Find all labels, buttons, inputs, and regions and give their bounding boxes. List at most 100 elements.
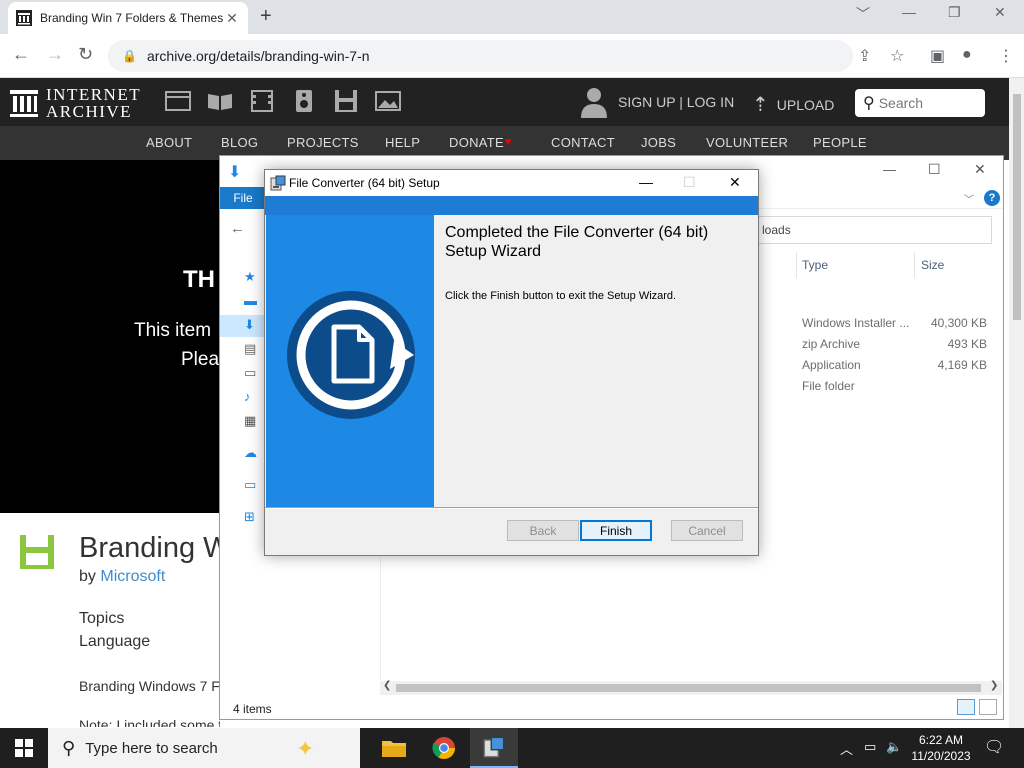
close-button[interactable]: ✕ [994, 4, 1006, 21]
downloads-icon[interactable]: ⬇ [244, 317, 255, 333]
nav-volunteer[interactable]: VOLUNTEER [706, 135, 788, 150]
start-button[interactable] [0, 728, 48, 768]
videos-icon[interactable]: ▦ [244, 413, 256, 429]
music-icon[interactable]: ♪ [244, 389, 251, 404]
column-header-type[interactable]: Type [802, 258, 828, 272]
scroll-right-icon[interactable]: ❯ [990, 680, 998, 691]
author-link[interactable]: Microsoft [100, 568, 165, 585]
explorer-address-bar[interactable]: loads [755, 216, 992, 244]
documents-icon[interactable]: ▤ [244, 341, 256, 357]
item-byline: by Microsoft [79, 568, 165, 586]
nav-contact[interactable]: CONTACT [551, 135, 615, 150]
explorer-horizontal-scrollbar[interactable]: ❮ ❯ [380, 680, 1002, 695]
show-hidden-icons-chevron-icon[interactable]: ︿ [840, 739, 853, 758]
network-tray-icon[interactable]: ▭ [864, 739, 876, 755]
file-row-size: 40,300 KB [930, 316, 987, 330]
setup-titlebar[interactable]: File Converter (64 bit) Setup — ☐ ✕ [265, 170, 758, 196]
setup-taskbar-icon[interactable] [470, 728, 518, 768]
ribbon-expand-icon[interactable]: ﹀ [964, 191, 974, 206]
signup-login-link[interactable]: SIGN UP | LOG IN [618, 94, 734, 110]
clock-time: 6:22 AM [918, 733, 964, 747]
reload-icon[interactable]: ↻ [78, 44, 93, 65]
internet-archive-favicon [16, 10, 32, 26]
explorer-close-button[interactable]: ✕ [974, 161, 986, 178]
file-row-type[interactable]: Windows Installer ... [802, 316, 909, 330]
audio-icon[interactable] [291, 90, 317, 112]
upload-link[interactable]: ⇡ UPLOAD [752, 92, 834, 117]
upload-label: UPLOAD [776, 96, 835, 113]
ia-search-input[interactable]: ⚲ Search [855, 89, 985, 117]
tab-close-icon[interactable]: ✕ [224, 10, 240, 27]
help-icon[interactable]: ? [984, 190, 1000, 206]
this-pc-icon[interactable]: ▭ [244, 477, 256, 493]
onedrive-icon[interactable]: ☁ [244, 445, 257, 461]
nav-help[interactable]: HELP [385, 135, 420, 150]
quick-access-icon[interactable]: ★ [244, 269, 256, 285]
bookmark-star-icon[interactable]: ☆ [890, 46, 904, 66]
restore-button[interactable]: ❐ [948, 4, 961, 21]
by-label: by [79, 568, 96, 585]
chrome-taskbar-icon[interactable] [420, 728, 468, 768]
nav-people[interactable]: PEOPLE [813, 135, 867, 150]
file-explorer-taskbar-icon[interactable] [370, 728, 418, 768]
ia-search-placeholder: Search [878, 95, 924, 111]
taskbar-search-placeholder: Type here to search [85, 739, 218, 757]
explorer-minimize-button[interactable]: — [883, 162, 896, 177]
nav-projects[interactable]: PROJECTS [287, 135, 359, 150]
nav-about[interactable]: ABOUT [146, 135, 192, 150]
back-arrow-icon[interactable]: ← [12, 44, 30, 65]
software-icon[interactable] [333, 90, 359, 112]
taskbar-clock[interactable]: 6:22 AM 11/20/2023 [904, 732, 978, 764]
profile-icon[interactable]: ● [962, 46, 972, 64]
kebab-menu-icon[interactable]: ⋮ [998, 46, 1014, 66]
item-note: Note: I included some themes I created. … [79, 717, 220, 727]
ia-logo[interactable]: INTERNET ARCHIVE [10, 86, 141, 120]
setup-minimize-button[interactable]: — [639, 174, 653, 190]
column-header-size[interactable]: Size [921, 258, 944, 272]
page-scrollbar-thumb[interactable] [1013, 94, 1021, 320]
nav-donate[interactable]: DONATE [449, 135, 504, 150]
notifications-icon[interactable]: 🗨 [984, 737, 1004, 757]
explorer-maximize-button[interactable]: ☐ [928, 161, 941, 178]
file-row-type[interactable]: zip Archive [802, 337, 860, 351]
search-highlights-icon[interactable]: ✦ [296, 736, 314, 762]
browser-tab[interactable]: Branding Win 7 Folders & Themes ✕ [8, 2, 248, 34]
network-icon[interactable]: ⊞ [244, 509, 255, 525]
back-button[interactable]: Back [507, 520, 579, 541]
column-separator[interactable] [796, 252, 797, 278]
forward-arrow-icon[interactable]: → [46, 44, 64, 65]
tab-search-icon[interactable]: ﹀ [856, 4, 870, 24]
finish-button[interactable]: Finish [580, 520, 652, 541]
address-bar[interactable]: 🔒 archive.org/details/branding-win-7-n [108, 40, 853, 72]
file-row-type[interactable]: Application [802, 358, 861, 372]
page-scrollbar[interactable] [1009, 78, 1024, 728]
side-panel-icon[interactable]: ▣ [930, 46, 945, 66]
new-tab-button[interactable]: + [260, 6, 272, 26]
texts-icon[interactable] [207, 90, 233, 112]
user-avatar-icon[interactable] [580, 86, 608, 118]
file-row-type[interactable]: File folder [802, 379, 855, 393]
scroll-left-icon[interactable]: ❮ [383, 680, 391, 691]
minimize-button[interactable]: — [902, 4, 916, 20]
lock-icon: 🔒 [122, 49, 137, 63]
pictures-icon[interactable]: ▭ [244, 365, 256, 381]
horizontal-scroll-thumb[interactable] [396, 684, 981, 692]
images-icon[interactable] [375, 90, 401, 112]
taskbar-search-box[interactable]: ⚲ Type here to search ✦ [48, 728, 360, 768]
setup-close-button[interactable]: ✕ [729, 174, 741, 191]
large-icons-view-icon[interactable] [979, 699, 997, 715]
chrome-icon [432, 737, 455, 759]
desktop-icon[interactable]: ▬ [244, 293, 257, 308]
nav-blog[interactable]: BLOG [221, 135, 258, 150]
item-count-status: 4 items [233, 702, 272, 716]
volume-muted-icon[interactable]: 🔈 [886, 739, 902, 755]
file-tab[interactable]: File [220, 187, 266, 209]
video-icon[interactable] [249, 90, 275, 112]
details-view-icon[interactable] [957, 699, 975, 715]
explorer-back-arrow-icon[interactable]: ← [230, 220, 245, 237]
web-icon[interactable] [165, 90, 191, 112]
column-separator[interactable] [914, 252, 915, 278]
nav-jobs[interactable]: JOBS [641, 135, 676, 150]
share-icon[interactable]: ⇪ [858, 46, 871, 66]
cancel-button[interactable]: Cancel [671, 520, 743, 541]
